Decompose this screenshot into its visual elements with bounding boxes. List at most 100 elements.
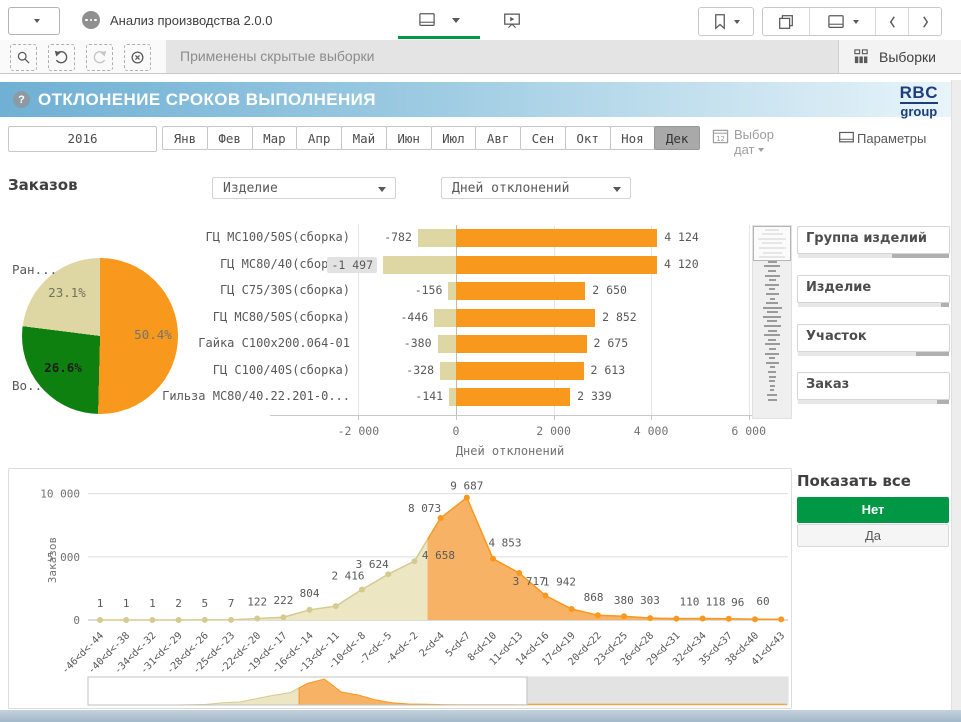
filter-box-1[interactable]: Группа изделий: [797, 226, 950, 254]
minimap-bar: [766, 302, 778, 304]
logo-text-bottom: group: [900, 105, 938, 118]
bar-axis-tick: [456, 416, 457, 420]
filter-box-label: Группа изделий: [806, 231, 927, 246]
copy-icon: [777, 13, 795, 31]
clear-icon: [129, 49, 146, 66]
filter-box-3[interactable]: Участок: [797, 324, 950, 352]
filter-box-scroll-track[interactable]: [798, 400, 949, 404]
month-button-4[interactable]: Апр: [296, 126, 342, 150]
measure-dropdown-days[interactable]: Дней отклонений: [441, 177, 631, 199]
month-button-3[interactable]: Мар: [252, 126, 298, 150]
bar-category-label: ГЦ С100/40S(сборка): [150, 363, 350, 377]
month-button-1[interactable]: Янв: [162, 126, 208, 150]
month-button-5[interactable]: Май: [341, 126, 387, 150]
clear-selections-button[interactable]: [124, 44, 151, 71]
bar-positive-value: 4 124: [664, 230, 699, 244]
filter-box-scroll-track[interactable]: [798, 254, 949, 258]
bookmark-button[interactable]: [698, 7, 754, 36]
bar-positive-value: 2 852: [602, 310, 637, 324]
minimap-bar: [767, 394, 777, 396]
month-button-12[interactable]: Дек: [654, 126, 700, 150]
sheet-icon: [827, 14, 845, 30]
month-button-11[interactable]: Ноя: [610, 126, 656, 150]
duplicate-sheet-button[interactable]: [763, 8, 809, 35]
year-filter[interactable]: 2016: [8, 126, 157, 152]
next-sheet-button[interactable]: [908, 8, 941, 35]
page-scrollbar[interactable]: [951, 80, 961, 710]
filter-box-4[interactable]: Заказ: [797, 372, 950, 400]
month-button-9[interactable]: Сен: [520, 126, 566, 150]
bar-positive[interactable]: [456, 282, 585, 300]
bar-positive[interactable]: [456, 309, 595, 327]
month-button-2[interactable]: Фев: [207, 126, 253, 150]
filter-box-scroll-track[interactable]: [798, 303, 949, 307]
minimap-window[interactable]: [753, 226, 791, 261]
filter-box-2[interactable]: Изделие: [797, 275, 950, 303]
sheet-list-button[interactable]: [809, 8, 876, 35]
bar-axis-tick-label: 4 000: [616, 424, 686, 438]
bar-positive-value: 2 613: [591, 363, 626, 377]
selections-label: Выборки: [879, 49, 936, 65]
bar-positive-value: 2 675: [594, 336, 629, 350]
presentation-icon[interactable]: [502, 11, 522, 35]
help-icon[interactable]: ?: [13, 91, 30, 108]
step-back-button[interactable]: [48, 44, 75, 71]
filter-box-scroll-thumb[interactable]: [941, 303, 949, 307]
bar-category-label: ГЦ МС80/50S(сборка): [150, 310, 350, 324]
bar-category-label: ГЦ МС80/40(сборка): [150, 257, 350, 271]
selections-panel-toggle[interactable]: Выборки: [838, 40, 961, 73]
svg-text:12: 12: [716, 134, 725, 143]
app-icon[interactable]: [82, 11, 100, 29]
month-button-10[interactable]: Окт: [565, 126, 611, 150]
minimap-bar: [766, 293, 779, 295]
sheet-chevron-down-icon[interactable]: [452, 18, 460, 23]
bar-negative[interactable]: [440, 362, 456, 380]
bar-positive[interactable]: [456, 388, 570, 406]
prev-sheet-button[interactable]: [875, 8, 908, 35]
minimap-bar: [769, 348, 776, 350]
month-button-7[interactable]: Июл: [431, 126, 477, 150]
chevron-down-icon: [378, 187, 386, 192]
chevron-down-icon: [34, 19, 40, 23]
filter-box-label: Заказ: [806, 377, 849, 392]
filter-box-scroll-track[interactable]: [798, 352, 949, 356]
selections-bar: Применены скрытые выборки Выборки: [0, 40, 961, 74]
filter-box-scroll-thumb[interactable]: [937, 400, 949, 404]
bar-positive[interactable]: [456, 362, 584, 380]
bar-negative[interactable]: [438, 335, 457, 353]
bar-chart-scroll-minimap[interactable]: [752, 225, 792, 419]
bar-positive[interactable]: [456, 229, 657, 247]
chevron-down-icon: [613, 187, 621, 192]
bar-positive[interactable]: [456, 256, 657, 274]
minimap-bar: [769, 279, 776, 281]
date-picker[interactable]: 12 Выбор дат: [712, 127, 774, 157]
step-forward-button[interactable]: [86, 44, 113, 71]
global-menu-button[interactable]: [8, 7, 60, 35]
deviation-distribution-panel: [8, 468, 792, 709]
bar-axis-line: [270, 415, 752, 416]
bar-negative[interactable]: [383, 256, 456, 274]
sheet-icon[interactable]: [418, 12, 436, 33]
smart-search-button[interactable]: [10, 44, 37, 71]
show-all-yes-button[interactable]: Да: [797, 524, 949, 547]
bar-negative[interactable]: [434, 309, 456, 327]
filter-box-scroll-thumb[interactable]: [892, 254, 949, 258]
parameters-button[interactable]: Параметры: [838, 130, 926, 146]
month-button-6[interactable]: Июн: [386, 126, 432, 150]
bar-negative[interactable]: [418, 229, 456, 247]
bar-axis-tick-label: 0: [421, 424, 491, 438]
filter-box-scroll-thumb[interactable]: [916, 352, 949, 356]
show-all-no-button[interactable]: Нет: [797, 497, 949, 523]
chevron-down-icon: [758, 148, 764, 152]
bar-gridline: [749, 225, 750, 415]
bar-positive[interactable]: [456, 335, 587, 353]
bar-axis-tick: [554, 416, 555, 420]
bar-negative-value: -141: [415, 389, 443, 403]
bar-axis-tick: [358, 416, 359, 420]
dimension-dropdown-product[interactable]: Изделие: [212, 177, 396, 199]
bar-positive-value: 2 339: [577, 389, 612, 403]
bar-negative[interactable]: [449, 388, 456, 406]
bar-negative[interactable]: [448, 282, 456, 300]
month-button-8[interactable]: Авг: [475, 126, 521, 150]
minimap-bar: [769, 357, 775, 359]
